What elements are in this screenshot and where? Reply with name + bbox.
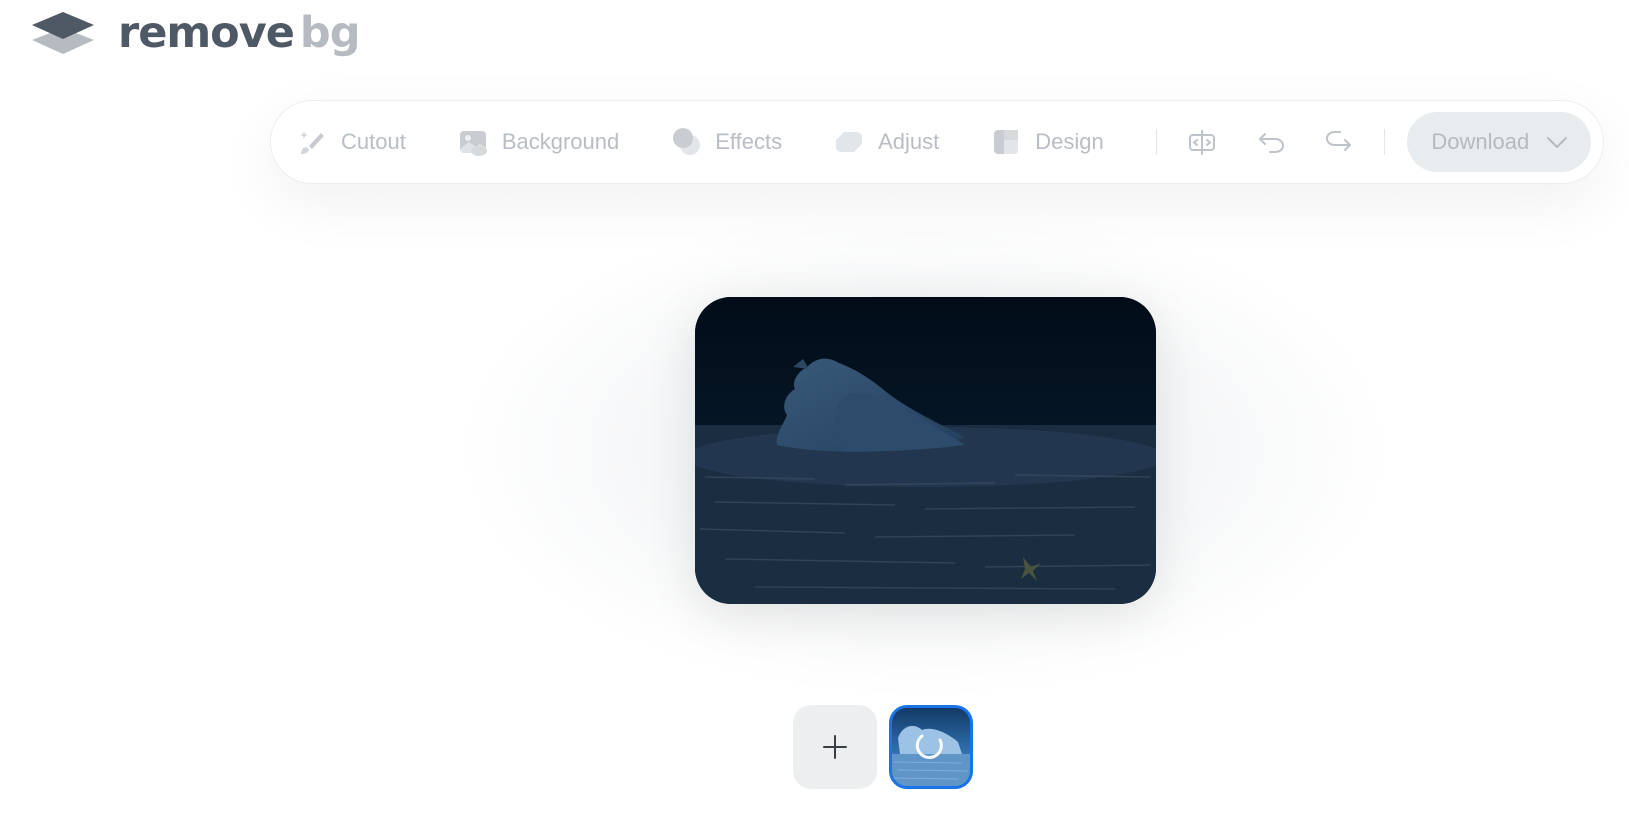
undo-button[interactable] [1247, 118, 1294, 166]
compare-icon [1188, 130, 1215, 155]
iceberg-image [695, 297, 1156, 604]
download-label: Download [1431, 129, 1530, 154]
image-icon [459, 131, 487, 156]
tool-adjust-label: Adjust [878, 129, 940, 154]
tool-effects[interactable]: Effects [671, 114, 800, 170]
logo-word-remove: remove [118, 7, 295, 58]
tool-adjust[interactable]: Adjust [834, 114, 957, 170]
logo-word-bg: bg [299, 7, 361, 58]
plus-icon [823, 735, 847, 759]
logo-text: remove bg [118, 7, 361, 58]
toolbar-divider-2 [1384, 129, 1386, 155]
thumbnail-image [892, 708, 970, 786]
image-thumbnail-selected[interactable] [889, 705, 973, 789]
image-canvas[interactable] [695, 297, 1156, 604]
brush-sparkle-icon [300, 131, 324, 154]
editor-toolbar: Cutout Background Effects Adjust Design … [270, 100, 1604, 184]
design-layout-icon [994, 130, 1019, 154]
circles-icon [673, 128, 701, 155]
tool-cutout[interactable]: Cutout [297, 114, 424, 170]
toolbar-divider [1155, 129, 1157, 155]
add-image-button[interactable] [793, 705, 877, 789]
chevron-down-icon [1547, 137, 1567, 148]
download-button[interactable]: Download [1407, 112, 1591, 172]
compare-button[interactable] [1179, 118, 1226, 166]
redo-button[interactable] [1316, 118, 1363, 166]
tool-design-label: Design [1035, 129, 1104, 154]
tool-background[interactable]: Background [458, 114, 637, 170]
tool-effects-label: Effects [715, 129, 783, 154]
adjust-square-icon [836, 132, 863, 152]
tool-cutout-label: Cutout [341, 129, 406, 154]
logo[interactable]: remove bg [30, 7, 361, 58]
tool-design[interactable]: Design [991, 114, 1121, 170]
redo-icon [1326, 131, 1352, 151]
undo-icon [1258, 133, 1284, 153]
editor-page: remove bg Cutout Background Effects Adju… [0, 0, 1629, 815]
layers-logo-icon [32, 12, 94, 54]
tool-background-label: Background [501, 129, 620, 154]
